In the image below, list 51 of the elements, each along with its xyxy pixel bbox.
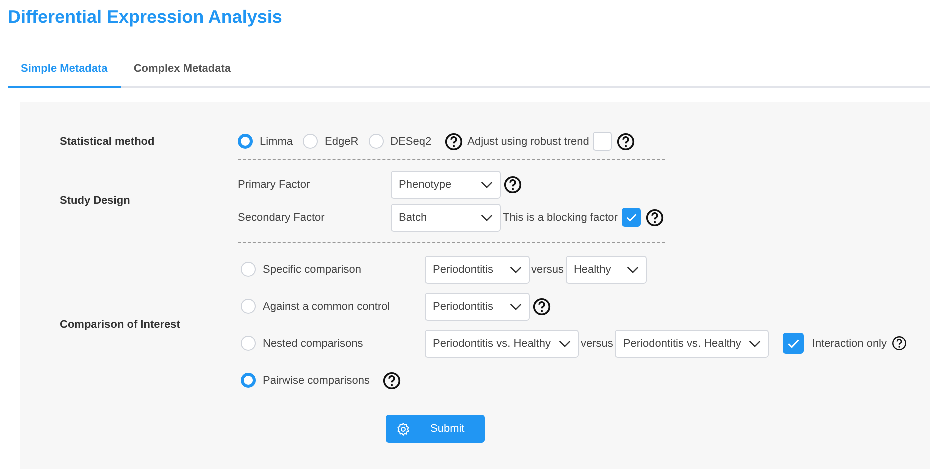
radio-label: Against a common control	[263, 300, 390, 312]
chevron-down-icon	[510, 266, 522, 274]
chevron-down-icon	[749, 340, 762, 348]
radio-button[interactable]	[238, 134, 253, 149]
checkbox[interactable]	[783, 333, 804, 354]
checkbox[interactable]	[593, 132, 612, 151]
radio-label: Specific comparison	[263, 264, 362, 276]
checkbox[interactable]	[622, 208, 641, 227]
chevron-down-icon	[510, 302, 522, 310]
dropdown[interactable]: Healthy	[566, 256, 648, 284]
tab[interactable]: Complex Metadata	[120, 55, 244, 88]
dropdown[interactable]: Periodontitis vs. Healthy	[615, 330, 770, 358]
section-label: Statistical method	[59, 136, 156, 148]
chevron-down-icon	[481, 180, 493, 188]
help-icon[interactable]	[617, 132, 636, 150]
section-label: Study Design	[59, 195, 132, 207]
page-title: Differential Expression Analysis	[7, 6, 284, 29]
help-icon[interactable]	[444, 132, 463, 150]
radio-button[interactable]	[241, 336, 256, 351]
settings-icon	[396, 422, 410, 436]
radio-button[interactable]	[241, 262, 256, 277]
chevron-down-icon	[627, 266, 640, 274]
radio-label: Limma	[260, 136, 294, 148]
dropdown[interactable]: Batch	[391, 204, 501, 232]
checkbox-label: Adjust using robust trend	[468, 136, 590, 148]
radio-button[interactable]	[241, 299, 256, 314]
help-icon[interactable]	[382, 372, 401, 390]
connector-text: versus	[532, 264, 564, 276]
help-icon[interactable]	[504, 176, 522, 194]
section-label: Comparison of Interest	[59, 319, 182, 331]
radio-button[interactable]	[303, 134, 318, 149]
radio-label: Pairwise comparisons	[263, 374, 370, 386]
field-label: Primary Factor	[238, 178, 312, 190]
checkbox-label: Interaction only	[812, 338, 888, 350]
chevron-down-icon	[481, 214, 493, 222]
field-label: Secondary Factor	[238, 212, 326, 224]
radio-label: EdgeR	[325, 136, 359, 148]
help-icon[interactable]	[646, 208, 664, 226]
radio-button[interactable]	[241, 373, 256, 388]
connector-text: versus	[581, 338, 614, 350]
radio-label: DESeq2	[390, 136, 432, 148]
dropdown[interactable]: Periodontitis	[425, 256, 530, 284]
dropdown[interactable]: Periodontitis	[425, 292, 530, 320]
radio-label: Nested comparisons	[263, 338, 364, 350]
help-icon[interactable]	[532, 298, 551, 316]
radio-button[interactable]	[368, 134, 384, 149]
dropdown[interactable]: Periodontitis vs. Healthy	[425, 330, 579, 358]
checkbox-label: This is a blocking factor	[503, 212, 618, 224]
chevron-down-icon	[559, 340, 571, 348]
dropdown[interactable]: Phenotype	[391, 170, 501, 198]
help-icon[interactable]	[892, 336, 908, 351]
